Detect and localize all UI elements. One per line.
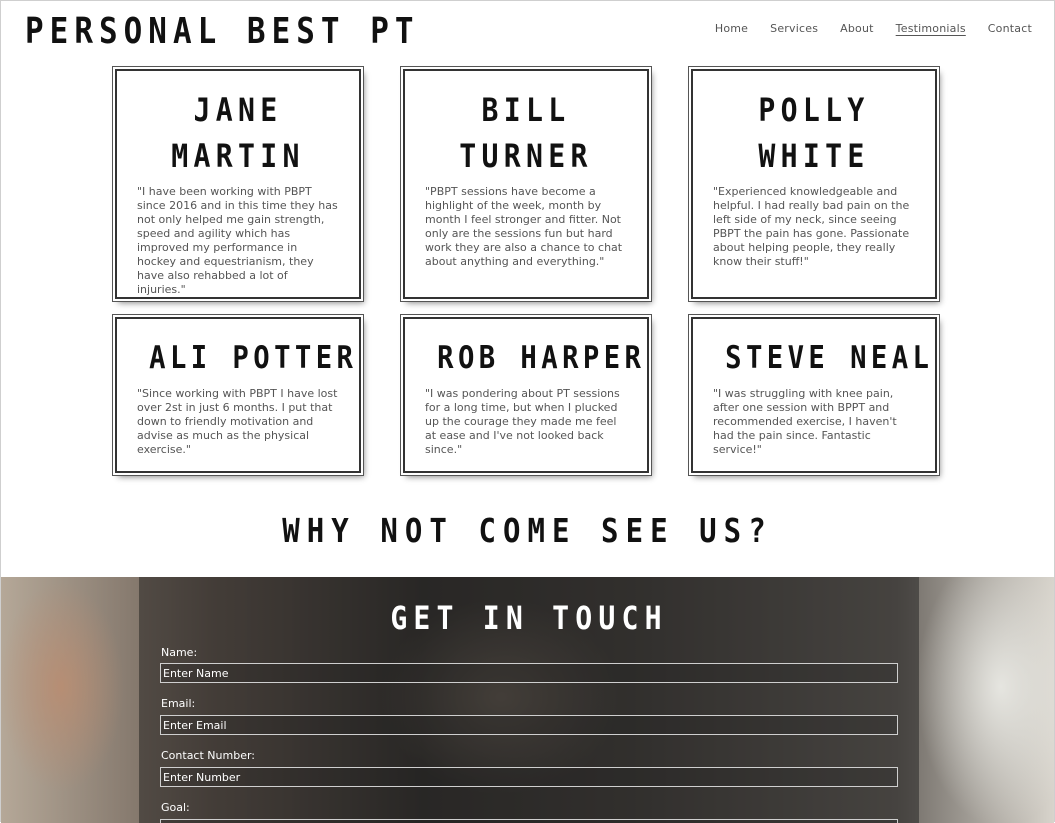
testimonial-card: POLLY WHITE "Experienced knowledgeable a…	[691, 69, 937, 299]
why-heading: WHY NOT COME SEE US?	[282, 511, 773, 550]
nav-home[interactable]: Home	[715, 22, 748, 35]
testimonial-text: "Since working with PBPT I have lost ove…	[137, 387, 338, 456]
site-header: PERSONAL BEST PT Home Services About Tes…	[1, 1, 1054, 67]
email-label: Email:	[161, 697, 196, 710]
email-input[interactable]	[160, 715, 898, 735]
testimonial-name: BILL TURNER	[459, 91, 593, 175]
goal-input[interactable]	[160, 819, 898, 823]
testimonial-name: STEVE NEAL	[725, 340, 934, 376]
contact-number-label: Contact Number:	[161, 749, 255, 762]
testimonial-name: JANE MARTIN	[171, 91, 305, 175]
contact-title: GET IN TOUCH	[390, 599, 668, 637]
testimonial-name: POLLY WHITE	[758, 91, 870, 175]
testimonial-card: ALI POTTER "Since working with PBPT I ha…	[115, 317, 361, 473]
testimonial-text: "PBPT sessions have become a highlight o…	[425, 185, 623, 268]
testimonial-name: ALI POTTER	[149, 340, 358, 376]
testimonial-card: ROB HARPER "I was pondering about PT ses…	[403, 317, 649, 473]
name-label: Name:	[161, 646, 198, 659]
name-input[interactable]	[160, 663, 898, 683]
nav-services[interactable]: Services	[770, 22, 818, 35]
contact-number-input[interactable]	[160, 767, 898, 787]
goal-label: Goal:	[161, 801, 190, 814]
testimonial-card: BILL TURNER "PBPT sessions have become a…	[403, 69, 649, 299]
testimonial-card: JANE MARTIN "I have been working with PB…	[115, 69, 361, 299]
testimonial-text: "I have been working with PBPT since 201…	[137, 185, 338, 296]
testimonial-text: "I was struggling with knee pain, after …	[713, 387, 897, 456]
testimonial-text: "I was pondering about PT sessions for a…	[425, 387, 620, 456]
nav-about[interactable]: About	[840, 22, 874, 35]
nav-contact[interactable]: Contact	[988, 22, 1032, 35]
brand-logo-text[interactable]: PERSONAL BEST PT	[25, 11, 420, 52]
testimonial-text: "Experienced knowledgeable and helpful. …	[713, 185, 910, 268]
testimonial-card: STEVE NEAL "I was struggling with knee p…	[691, 317, 937, 473]
testimonial-name: ROB HARPER	[437, 340, 646, 376]
main-nav: Home Services About Testimonials Contact	[715, 22, 1032, 35]
nav-testimonials[interactable]: Testimonials	[896, 22, 966, 35]
